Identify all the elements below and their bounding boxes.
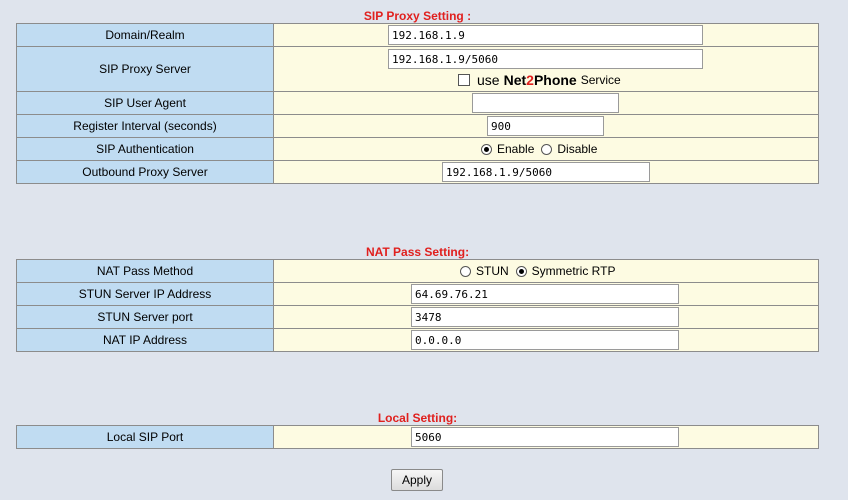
sip-proxy-setting-title: SIP Proxy Setting : xyxy=(363,9,472,23)
register-interval-cell xyxy=(273,114,819,138)
sip-authentication-cell: Enable Disable xyxy=(273,137,819,161)
auth-enable-label: Enable xyxy=(497,142,535,156)
outbound-proxy-cell xyxy=(273,160,819,184)
nat-pass-setting-title: NAT Pass Setting: xyxy=(365,245,470,259)
stun-server-ip-label: STUN Server IP Address xyxy=(16,282,274,306)
sip-proxy-server-cell: use Net2Phone Service xyxy=(273,46,819,92)
sip-user-agent-label: SIP User Agent xyxy=(16,91,274,115)
domain-realm-cell xyxy=(273,23,819,47)
domain-realm-label: Domain/Realm xyxy=(16,23,274,47)
table-row: SIP User Agent xyxy=(16,91,819,115)
nat-ip-address-label: NAT IP Address xyxy=(16,328,274,352)
stun-server-port-cell xyxy=(273,305,819,329)
nat-pass-method-radio-group: STUN Symmetric RTP xyxy=(460,260,622,282)
net2phone-logo: Net2Phone xyxy=(503,72,577,88)
net2phone-option: use Net2Phone Service xyxy=(458,72,621,88)
nat-pass-method-cell: STUN Symmetric RTP xyxy=(273,259,819,283)
stun-radio[interactable] xyxy=(460,265,471,277)
symmetric-rtp-radio[interactable] xyxy=(515,265,527,277)
outbound-proxy-input[interactable] xyxy=(442,162,650,182)
auth-disable-radio[interactable] xyxy=(541,143,553,155)
nat-ip-address-input[interactable] xyxy=(411,330,679,350)
table-row: NAT IP Address xyxy=(16,328,819,352)
nat-pass-method-label: NAT Pass Method xyxy=(16,259,274,283)
register-interval-label: Register Interval (seconds) xyxy=(16,114,274,138)
local-sip-port-cell xyxy=(273,425,819,449)
sip-proxy-table: Domain/Realm SIP Proxy Server use Net2Ph… xyxy=(16,23,819,184)
stun-server-ip-input[interactable] xyxy=(411,284,679,304)
register-interval-input[interactable] xyxy=(487,116,604,136)
local-sip-port-label: Local SIP Port xyxy=(16,425,274,449)
domain-realm-input[interactable] xyxy=(388,25,703,45)
table-row: Register Interval (seconds) xyxy=(16,114,819,138)
stun-server-ip-cell xyxy=(273,282,819,306)
sip-proxy-server-input[interactable] xyxy=(388,49,703,69)
service-label: Service xyxy=(580,73,621,87)
stun-server-port-label: STUN Server port xyxy=(16,305,274,329)
sip-authentication-radio-group: Enable Disable xyxy=(481,138,604,160)
table-row: Domain/Realm xyxy=(16,23,819,47)
nat-ip-address-cell xyxy=(273,328,819,352)
nat-pass-table: NAT Pass Method STUN Symmetric RTP STUN … xyxy=(16,259,819,352)
table-row: Local SIP Port xyxy=(16,425,819,449)
stun-label: STUN xyxy=(476,264,509,278)
stun-server-port-input[interactable] xyxy=(411,307,679,327)
table-row: STUN Server port xyxy=(16,305,819,329)
sip-proxy-server-label: SIP Proxy Server xyxy=(16,46,274,92)
table-row: Outbound Proxy Server xyxy=(16,160,819,184)
use-label: use xyxy=(477,72,500,88)
sip-user-agent-input[interactable] xyxy=(472,93,619,113)
table-row: NAT Pass Method STUN Symmetric RTP xyxy=(16,259,819,283)
apply-button[interactable]: Apply xyxy=(391,469,443,491)
outbound-proxy-label: Outbound Proxy Server xyxy=(16,160,274,184)
table-row: STUN Server IP Address xyxy=(16,282,819,306)
use-net2phone-checkbox[interactable] xyxy=(458,74,470,86)
local-setting-table: Local SIP Port xyxy=(16,425,819,449)
sip-authentication-label: SIP Authentication xyxy=(16,137,274,161)
local-setting-title: Local Setting: xyxy=(377,411,458,425)
local-sip-port-input[interactable] xyxy=(411,427,679,447)
table-row: SIP Proxy Server use Net2Phone Service xyxy=(16,46,819,92)
auth-disable-label: Disable xyxy=(557,142,598,156)
table-row: SIP Authentication Enable Disable xyxy=(16,137,819,161)
sip-user-agent-cell xyxy=(273,91,819,115)
symmetric-rtp-label: Symmetric RTP xyxy=(531,264,616,278)
auth-enable-radio[interactable] xyxy=(481,143,492,155)
